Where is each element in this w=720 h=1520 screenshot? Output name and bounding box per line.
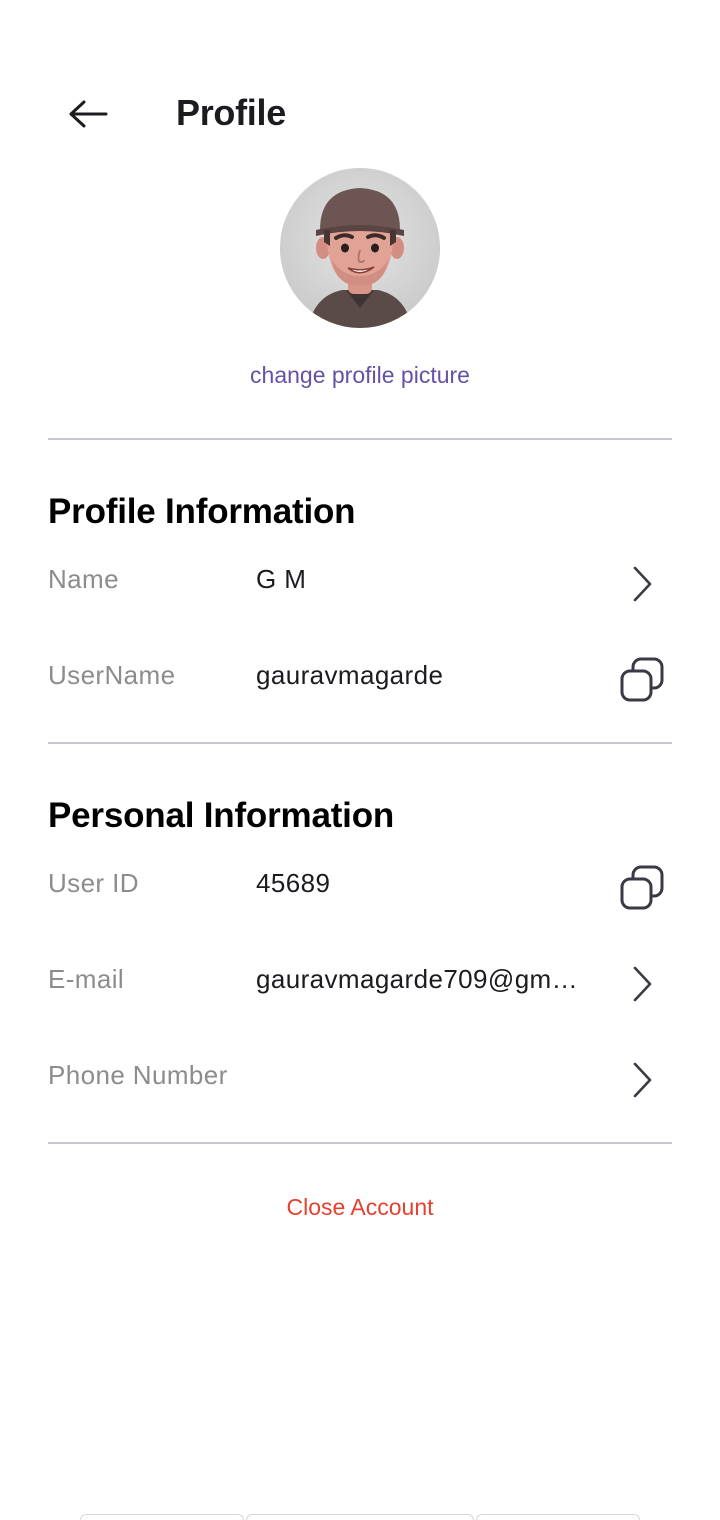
copy-icon[interactable] <box>612 860 672 916</box>
avatar-image <box>280 168 440 328</box>
row-email[interactable]: E-mail gauravmagarde709@gm… <box>0 952 720 1016</box>
row-name[interactable]: Name G M <box>0 552 720 616</box>
divider <box>48 1142 672 1144</box>
row-label: User ID <box>48 868 139 898</box>
section-title-personal-information: Personal Information <box>48 796 395 835</box>
chevron-right-icon[interactable] <box>612 1052 672 1108</box>
change-profile-picture-link[interactable]: change profile picture <box>0 362 720 389</box>
row-phone-number[interactable]: Phone Number <box>0 1048 720 1112</box>
top-app-bar: Profile <box>0 72 720 152</box>
divider <box>48 742 672 744</box>
section-title-profile-information: Profile Information <box>48 492 356 531</box>
arrow-left-icon <box>69 100 108 128</box>
chevron-right-icon[interactable] <box>612 556 672 612</box>
close-account-button[interactable]: Close Account <box>0 1194 720 1221</box>
back-button[interactable] <box>56 86 120 142</box>
bottom-tab[interactable] <box>476 1514 640 1520</box>
divider <box>48 438 672 440</box>
copy-icon[interactable] <box>612 652 672 708</box>
bottom-navigation <box>0 1512 720 1520</box>
chevron-right-icon[interactable] <box>612 956 672 1012</box>
row-label: Name <box>48 564 119 594</box>
row-value: 45689 <box>256 868 331 898</box>
avatar[interactable] <box>280 168 440 328</box>
row-value: gauravmagarde <box>256 660 444 690</box>
bottom-tab[interactable] <box>246 1514 474 1520</box>
bottom-tab[interactable] <box>80 1514 244 1520</box>
row-label: E-mail <box>48 964 125 994</box>
row-value: gauravmagarde709@gm… <box>256 964 579 994</box>
row-value: G M <box>256 564 307 594</box>
row-user-id: User ID 45689 <box>0 856 720 920</box>
page-title: Profile <box>176 92 286 133</box>
row-label: UserName <box>48 660 176 690</box>
row-username: UserName gauravmagarde <box>0 648 720 712</box>
profile-screen: Profile change profile picture Profile I… <box>0 0 720 1520</box>
row-label: Phone Number <box>48 1060 228 1090</box>
